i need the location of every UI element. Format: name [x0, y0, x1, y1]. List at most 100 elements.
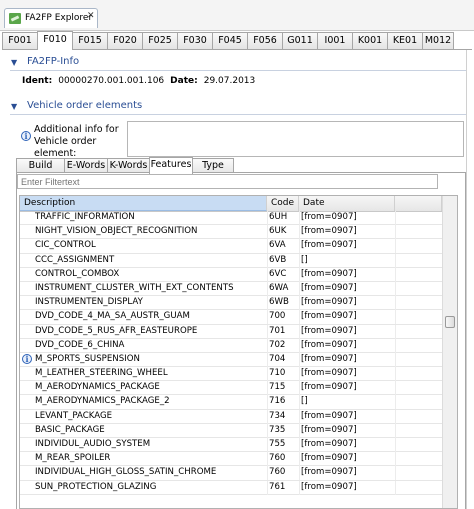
- table-row[interactable]: INSTRUMENT_CLUSTER_WITH_EXT_CONTENTS 6WA […: [20, 281, 442, 297]
- fa-element-tabs: F001 F010 F015 F020 F025 F030 F045 F056 G011 I001…: [2, 31, 472, 50]
- table-row[interactable]: INDIVIDUL_AUDIO_SYSTEM 755 [from=0907]: [20, 438, 442, 453]
- cell-description: INDIVIDUAL_HIGH_GLOSS_SATIN_CHROME: [35, 467, 217, 478]
- table-row[interactable]: M_REAR_SPOILER 760 [from=0907]: [20, 452, 442, 467]
- tab-k-words[interactable]: K-Words: [107, 158, 150, 173]
- tab-f025[interactable]: F025: [142, 32, 178, 49]
- column-divider: [299, 480, 300, 495]
- table-row[interactable]: CONTROL_COMBOX 6VC [from=0907]: [20, 267, 442, 282]
- table-row[interactable]: M_AERODYNAMICS_PACKAGE 715 [from=0907]: [20, 381, 442, 396]
- close-icon[interactable]: ✕: [87, 11, 95, 21]
- column-divider: [267, 409, 268, 424]
- cell-date: [from=0907]: [301, 453, 357, 464]
- tab-f001[interactable]: F001: [2, 32, 38, 49]
- table-header: Description Code Date: [20, 196, 457, 212]
- column-divider: [299, 423, 300, 438]
- additional-info-field[interactable]: [127, 121, 464, 157]
- fa2fp-info-section-header[interactable]: ▼ FA2FP-Info: [5, 56, 467, 71]
- table-row[interactable]: M_LEATHER_STEERING_WHEEL 710 [from=0907]: [20, 367, 442, 382]
- cell-code: 6WA: [269, 282, 289, 293]
- column-divider: [395, 296, 396, 311]
- table-row[interactable]: TRAFFIC_INFORMATION 6UH [from=0907]: [20, 211, 442, 226]
- tab-f056[interactable]: F056: [247, 32, 283, 49]
- tab-f010[interactable]: F010: [37, 31, 73, 50]
- cell-date: [from=0907]: [301, 481, 357, 492]
- tab-f020[interactable]: F020: [107, 32, 143, 49]
- filter-input[interactable]: [17, 174, 438, 189]
- table-row[interactable]: CIC_CONTROL 6VA [from=0907]: [20, 239, 442, 254]
- tab-e-words[interactable]: E-Words: [64, 158, 108, 173]
- tab-f045[interactable]: F045: [212, 32, 248, 49]
- table-row[interactable]: DVD_CODE_4_MA_SA_AUSTR_GUAM 700 [from=0907…: [20, 310, 442, 325]
- cell-date: [from=0907]: [301, 282, 357, 293]
- tab-type-key[interactable]: Type key: [192, 158, 234, 185]
- column-divider: [299, 239, 300, 254]
- column-divider: [395, 267, 396, 282]
- table-row[interactable]: INSTRUMENTEN_DISPLAY 6WB [from=0907]: [20, 296, 442, 311]
- column-divider: [395, 338, 396, 353]
- column-header-code[interactable]: Code: [267, 196, 299, 211]
- tab-m012[interactable]: M012: [422, 32, 454, 49]
- fa2fp-explorer-icon: [9, 13, 21, 24]
- column-divider: [395, 253, 396, 268]
- tab-f030[interactable]: F030: [177, 32, 213, 49]
- column-divider: [299, 253, 300, 268]
- view-tab-fa2fp-explorer[interactable]: FA2FP Explorer ✕: [4, 8, 98, 28]
- cell-code: 6UH: [269, 212, 288, 222]
- column-divider: [299, 225, 300, 240]
- view-title: FA2FP Explorer: [25, 13, 93, 23]
- column-divider: [267, 452, 268, 467]
- cell-description: M_AERODYNAMICS_PACKAGE: [35, 382, 160, 393]
- column-divider: [267, 480, 268, 495]
- table-row[interactable]: LEVANT_PACKAGE 734 [from=0907]: [20, 409, 442, 424]
- column-divider: [267, 267, 268, 282]
- table-row[interactable]: INDIVIDUAL_HIGH_GLOSS_SATIN_CHROME 760 [fr…: [20, 466, 442, 481]
- cell-date: [from=0907]: [301, 353, 357, 364]
- cell-date: []: [301, 254, 308, 265]
- column-divider: [395, 367, 396, 382]
- column-divider: [299, 352, 300, 367]
- column-header-date[interactable]: Date: [299, 196, 395, 211]
- collapse-triangle-icon[interactable]: ▼: [11, 58, 17, 67]
- tab-i001[interactable]: I001: [317, 32, 353, 49]
- cell-code: 755: [269, 439, 286, 449]
- column-divider: [267, 253, 268, 268]
- column-divider: [299, 409, 300, 424]
- table-row[interactable]: CCC_ASSIGNMENT 6VB []: [20, 253, 442, 268]
- column-divider: [267, 239, 268, 254]
- table-row[interactable]: DVD_CODE_5_RUS_AFR_EASTEUROPE 701 [from=09…: [20, 324, 442, 339]
- column-divider: [299, 296, 300, 311]
- cell-code: 701: [269, 325, 286, 336]
- column-divider: [299, 381, 300, 396]
- table-row[interactable]: DVD_CODE_6_CHINA 702 [from=0907]: [20, 338, 442, 353]
- cell-code: 6VC: [269, 268, 287, 279]
- table-row[interactable]: SUN_PROTECTION_GLAZING 761 [from=0907]: [20, 480, 442, 495]
- column-divider: [299, 310, 300, 325]
- column-divider: [299, 466, 300, 481]
- column-divider: [395, 381, 396, 396]
- tab-f015[interactable]: F015: [72, 32, 108, 49]
- cell-date: [from=0907]: [301, 240, 357, 251]
- table-row[interactable]: BASIC_PACKAGE 735 [from=0907]: [20, 423, 442, 438]
- column-divider: [395, 225, 396, 240]
- vertical-scrollbar[interactable]: [442, 196, 457, 508]
- table-row[interactable]: M_AERODYNAMICS_PACKAGE_2 716 []: [20, 395, 442, 410]
- table-row[interactable]: NIGHT_VISION_OBJECT_RECOGNITION 6UK [from=…: [20, 225, 442, 240]
- column-divider: [395, 324, 396, 339]
- cell-date: [from=0907]: [301, 382, 357, 393]
- scrollbar-thumb[interactable]: [445, 316, 455, 328]
- tab-features[interactable]: Features: [149, 157, 193, 174]
- tab-k001[interactable]: K001: [352, 32, 388, 49]
- tab-build-level[interactable]: Build level: [16, 158, 65, 185]
- tab-g011[interactable]: G011: [282, 32, 318, 49]
- tab-ke01[interactable]: KE01: [387, 32, 423, 49]
- column-divider: [395, 211, 396, 225]
- vehicle-order-section-header[interactable]: ▼ Vehicle order elements: [5, 100, 467, 115]
- cell-description: LEVANT_PACKAGE: [35, 410, 113, 421]
- column-divider: [299, 338, 300, 353]
- column-divider: [395, 281, 396, 296]
- table-row[interactable]: i M_SPORTS_SUSPENSION 704 [from=0907]: [20, 352, 442, 368]
- column-header-description[interactable]: Description: [20, 196, 267, 211]
- collapse-triangle-icon[interactable]: ▼: [11, 102, 17, 111]
- column-divider: [299, 395, 300, 410]
- info-icon: i: [21, 131, 31, 141]
